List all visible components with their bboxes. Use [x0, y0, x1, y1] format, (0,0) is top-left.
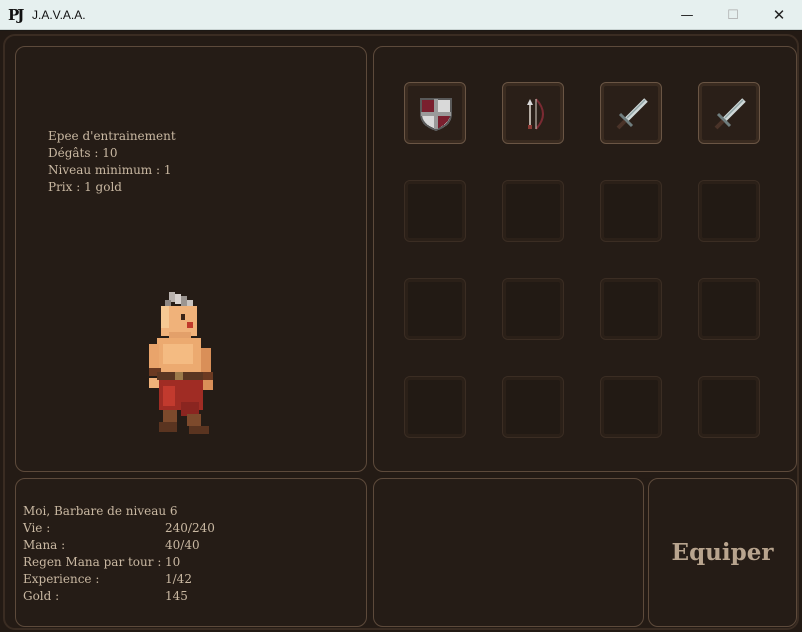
inventory-slot-15[interactable] [600, 376, 662, 438]
inventory-slot-3[interactable] [600, 82, 662, 144]
inventory-slot-13[interactable] [404, 376, 466, 438]
title-bar: PJ J.A.V.A.A. — ☐ ✕ [0, 0, 802, 30]
close-button[interactable]: ✕ [756, 0, 802, 30]
game-frame: Epee d'entrainement Dégâts : 10 Niveau m… [3, 34, 799, 630]
inventory-slot-6[interactable] [502, 180, 564, 242]
inventory-slot-4[interactable] [698, 82, 760, 144]
inventory-slot-10[interactable] [502, 278, 564, 340]
inventory-slot-8[interactable] [698, 180, 760, 242]
item-price: Prix : 1 gold [48, 180, 122, 194]
character-stats-panel: Moi, Barbare de niveau 6 Vie : 240/240 M… [15, 478, 367, 627]
stat-row-vie: Vie : 240/240 [23, 520, 215, 537]
stat-row-gold: Gold : 145 [23, 588, 215, 605]
stat-row-experience: Experience : 1/42 [23, 571, 215, 588]
shield-icon [420, 98, 452, 132]
stat-value: 10 [165, 555, 181, 569]
equip-panel: Equiper [648, 478, 797, 627]
message-panel [373, 478, 644, 627]
stat-label: Regen Mana par tour : [23, 555, 162, 569]
inventory-slot-16[interactable] [698, 376, 760, 438]
window-title: J.A.V.A.A. [32, 7, 86, 22]
bow-icon [527, 98, 544, 130]
inventory-slot-14[interactable] [502, 376, 564, 438]
inventory-panel [373, 46, 797, 472]
inventory-slot-7[interactable] [600, 180, 662, 242]
minimize-button[interactable]: — [664, 0, 710, 30]
stat-value: 145 [165, 589, 188, 603]
stats-block: Moi, Barbare de niveau 6 Vie : 240/240 M… [23, 503, 215, 605]
inventory-slot-11[interactable] [600, 278, 662, 340]
equip-button[interactable]: Equiper [649, 479, 796, 626]
inventory-slot-1[interactable] [404, 82, 466, 144]
stat-value: 40/40 [165, 538, 200, 552]
game-area: Epee d'entrainement Dégâts : 10 Niveau m… [0, 31, 802, 632]
stat-label: Mana : [23, 538, 66, 552]
item-detail-panel: Epee d'entrainement Dégâts : 10 Niveau m… [15, 46, 367, 472]
app-logo-icon: PJ [8, 5, 24, 24]
inventory-slot-5[interactable] [404, 180, 466, 242]
sword-icon [616, 98, 648, 130]
sword-icon [714, 98, 746, 130]
stat-label: Vie : [23, 521, 51, 535]
stat-value: 1/42 [165, 572, 192, 586]
inventory-slot-9[interactable] [404, 278, 466, 340]
item-damage: Dégâts : 10 [48, 146, 118, 160]
item-name: Epee d'entrainement [48, 129, 176, 143]
stat-label: Experience : [23, 572, 100, 586]
inventory-slot-2[interactable] [502, 82, 564, 144]
barbarian-sprite-icon [149, 292, 213, 434]
stat-value: 240/240 [165, 521, 215, 535]
maximize-button[interactable]: ☐ [710, 0, 756, 30]
inventory-slot-12[interactable] [698, 278, 760, 340]
stat-row-regen-mana: Regen Mana par tour : 10 [23, 554, 215, 571]
stat-label: Gold : [23, 589, 60, 603]
item-min-level: Niveau minimum : 1 [48, 163, 172, 177]
item-description: Epee d'entrainement Dégâts : 10 Niveau m… [48, 128, 176, 196]
character-title: Moi, Barbare de niveau 6 [23, 504, 178, 518]
stat-row-mana: Mana : 40/40 [23, 537, 215, 554]
